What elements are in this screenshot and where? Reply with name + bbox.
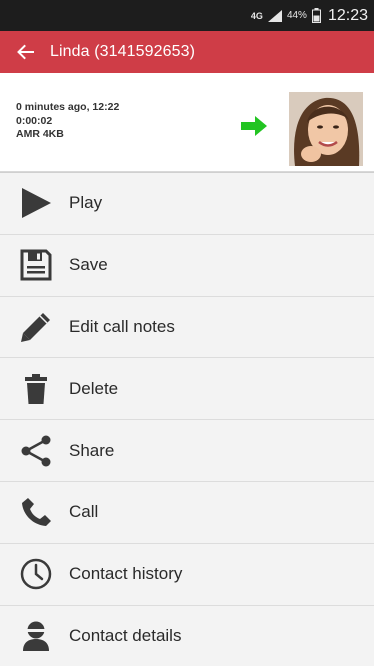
menu-item-delete[interactable]: Delete — [0, 358, 374, 421]
call-time-ago: 0 minutes ago, 12:22 — [16, 101, 120, 113]
status-clock: 12:23 — [327, 6, 368, 24]
call-info-card: 0 minutes ago, 12:22 0:00:02 AMR 4KB — [0, 73, 374, 172]
play-icon — [16, 183, 56, 223]
menu-item-share[interactable]: Share — [0, 420, 374, 482]
person-icon — [16, 616, 56, 656]
back-button[interactable] — [16, 40, 40, 64]
menu-item-label: Delete — [69, 378, 119, 398]
call-details: 0 minutes ago, 12:22 0:00:02 AMR 4KB — [16, 101, 119, 142]
menu-item-label: Save — [69, 255, 108, 275]
trash-icon — [16, 369, 56, 409]
battery-percent: 44% — [286, 10, 307, 21]
menu-item-contact-history[interactable]: Contact history — [0, 543, 374, 606]
menu-item-label: Call — [69, 502, 99, 522]
menu-item-edit-call-notes[interactable]: Edit call notes — [0, 296, 374, 359]
clock-icon — [16, 554, 56, 594]
menu-item-label: Contact history — [69, 564, 183, 584]
battery-icon — [311, 8, 321, 23]
status-bar: 4G 44% 12:23 — [0, 0, 374, 31]
back-arrow-icon — [17, 44, 34, 60]
save-icon — [16, 245, 56, 285]
menu-item-save[interactable]: Save — [0, 234, 374, 297]
menu-item-play[interactable]: Play — [0, 173, 374, 235]
contact-title: Linda (3141592653) — [50, 43, 196, 60]
menu-item-label: Edit call notes — [69, 316, 175, 336]
menu-item-label: Play — [69, 193, 103, 213]
action-menu: Play Save Edit call notes Delete Share C… — [0, 172, 374, 666]
menu-item-label: Share — [69, 440, 115, 460]
contact-photo[interactable] — [289, 92, 363, 166]
network-indicator: 4G — [250, 10, 263, 21]
signal-icon — [267, 9, 282, 22]
recording-format: AMR 4KB — [16, 128, 64, 140]
share-icon — [16, 431, 56, 471]
pencil-icon — [16, 307, 56, 347]
phone-icon — [16, 492, 56, 532]
avatar — [289, 92, 363, 166]
menu-item-contact-details[interactable]: Contact details — [0, 605, 374, 666]
menu-item-label: Contact details — [69, 625, 182, 645]
outgoing-arrow-icon — [241, 116, 267, 136]
app-bar: Linda (3141592653) — [0, 31, 374, 73]
call-duration: 0:00:02 — [16, 114, 53, 127]
menu-item-call[interactable]: Call — [0, 481, 374, 544]
screen: 4G 44% 12:23 Linda (3141592653) 0 minute… — [0, 0, 374, 666]
